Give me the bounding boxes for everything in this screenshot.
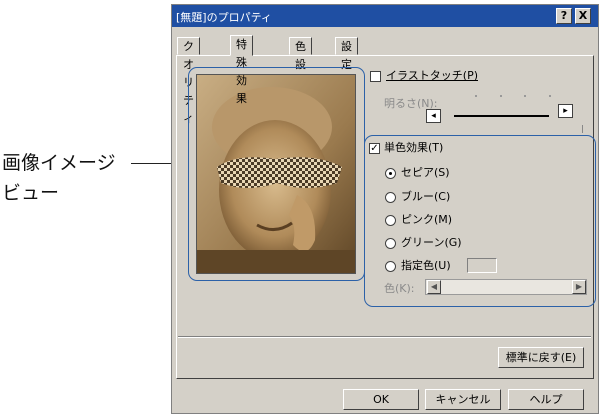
radio-custom-color-label: 指定色(U)	[401, 259, 451, 272]
radio-pink-label: ピンク(M)	[401, 213, 453, 226]
ok-button[interactable]: OK	[343, 389, 419, 410]
radio-sepia[interactable]	[385, 168, 396, 179]
slider-tick	[500, 95, 502, 97]
brightness-slider[interactable]	[454, 115, 549, 117]
brightness-increase-icon[interactable]: ▸	[558, 104, 573, 118]
brightness-decrease-icon[interactable]: ◂	[426, 109, 441, 123]
radio-blue[interactable]	[385, 192, 396, 203]
radio-blue-label: ブルー(C)	[401, 190, 451, 203]
properties-dialog: [無題]のプロパティ ? X クオリティ 特殊効果 色設定 設定登録	[171, 4, 599, 414]
cancel-button[interactable]: キャンセル	[425, 389, 501, 410]
tab-quality[interactable]: クオリティ	[177, 37, 200, 125]
restore-defaults-button[interactable]: 標準に戻す(E)	[498, 347, 584, 368]
radio-pink[interactable]	[385, 215, 396, 226]
radio-green[interactable]	[385, 238, 396, 249]
monochrome-label: 単色効果(T)	[384, 141, 444, 154]
radio-green-label: グリーン(G)	[401, 236, 462, 249]
panel-separator	[178, 336, 591, 338]
scroll-left-icon[interactable]: ◀	[427, 280, 441, 294]
close-button[interactable]: X	[575, 8, 591, 24]
color-scrollbar[interactable]	[425, 279, 587, 295]
slider-tick	[524, 95, 526, 97]
slider-tick	[549, 95, 551, 97]
title-bar: [無題]のプロパティ ? X	[172, 5, 598, 27]
color-label: 色(K):	[384, 282, 415, 295]
slider-tick	[475, 95, 477, 97]
image-view-callout: 画像イメージ ビュー	[2, 148, 152, 208]
callout-line2: ビュー	[2, 182, 60, 204]
radio-custom-color[interactable]	[385, 261, 396, 272]
image-preview	[196, 74, 356, 274]
help-button[interactable]: ?	[556, 8, 572, 24]
illustration-touch-label: イラストタッチ(P)	[386, 69, 478, 82]
radio-sepia-label: セピア(S)	[401, 166, 450, 179]
tab-settings-register[interactable]: 設定登録	[335, 37, 358, 107]
tab-special-effects[interactable]: 特殊効果	[230, 35, 253, 105]
tab-color-settings[interactable]: 色設定	[289, 37, 312, 89]
help-dialog-button[interactable]: ヘルプ	[508, 389, 584, 410]
scroll-right-icon[interactable]: ▶	[572, 280, 586, 294]
monochrome-checkbox[interactable]: ✓	[369, 143, 380, 154]
callout-line1: 画像イメージ	[2, 152, 116, 174]
window-title: [無題]のプロパティ	[176, 11, 272, 24]
custom-color-swatch[interactable]	[467, 258, 497, 273]
sepia-photo	[197, 75, 355, 273]
illustration-touch-checkbox[interactable]	[370, 71, 381, 82]
separator-stub	[582, 125, 583, 133]
